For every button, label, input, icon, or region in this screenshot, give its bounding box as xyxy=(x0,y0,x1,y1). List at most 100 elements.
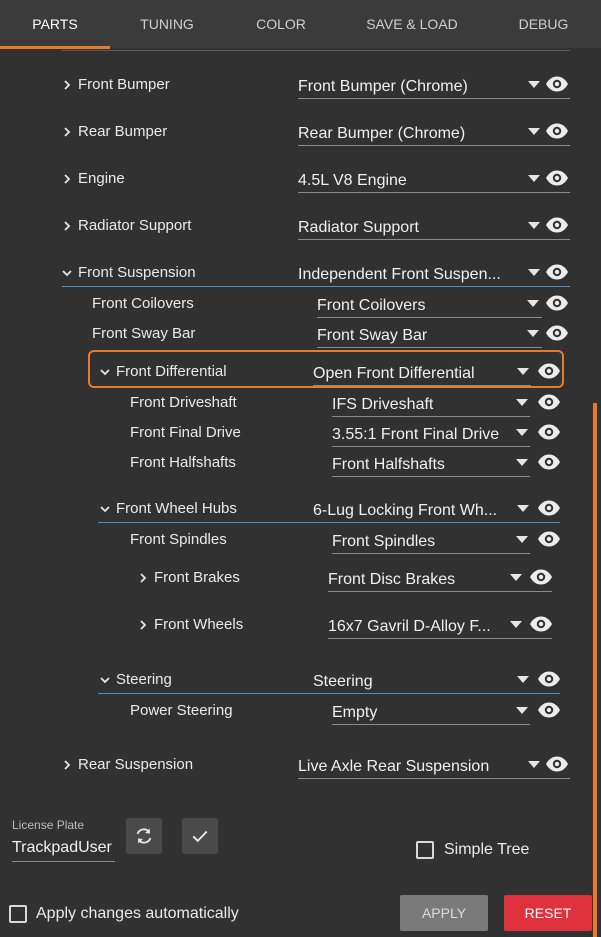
eye-icon[interactable] xyxy=(537,670,561,688)
chevron-right-icon[interactable] xyxy=(60,122,74,142)
row-underline xyxy=(332,553,530,554)
eye-icon[interactable] xyxy=(537,423,561,441)
row-underline xyxy=(298,239,570,240)
tree-item-label[interactable]: Rear Bumper xyxy=(78,122,167,142)
row-underline xyxy=(62,286,570,287)
eye-icon[interactable] xyxy=(545,755,569,773)
simple-tree-checkbox[interactable] xyxy=(416,841,434,859)
tab-tuning[interactable]: TUNING xyxy=(110,0,224,48)
dropdown-caret-icon xyxy=(517,505,529,512)
part-select-value: Front Halfshafts xyxy=(332,456,445,473)
tab-debug[interactable]: DEBUG xyxy=(486,0,601,48)
tree-item-label: Front Spindles xyxy=(130,531,227,548)
part-select-value: 16x7 Gavril D-Alloy F... xyxy=(328,618,491,635)
tree-row: Front Suspension Independent Front Suspen… xyxy=(0,263,601,293)
dropdown-caret-icon xyxy=(516,459,528,466)
row-underline xyxy=(332,416,530,417)
eye-icon[interactable] xyxy=(545,263,569,281)
eye-icon[interactable] xyxy=(537,453,561,471)
part-select-value: Front Coilovers xyxy=(317,297,426,314)
tree-item-label: Front Driveshaft xyxy=(130,394,237,411)
tree-row: Front Wheels 16x7 Gavril D-Alloy F... xyxy=(0,615,601,645)
row-underline xyxy=(98,522,560,523)
eye-icon[interactable] xyxy=(537,393,561,411)
tree-row: Front Final Drive 3.55:1 Front Final Driv… xyxy=(0,423,601,453)
tab-save-load[interactable]: SAVE & LOAD xyxy=(338,0,486,48)
reset-button[interactable]: RESET xyxy=(504,895,592,931)
eye-icon[interactable] xyxy=(529,615,553,633)
row-underline xyxy=(332,476,530,477)
chevron-right-icon[interactable] xyxy=(60,755,74,775)
eye-icon[interactable] xyxy=(537,499,561,517)
chevron-right-icon[interactable] xyxy=(60,75,74,95)
tree-item-label: Front Coilovers xyxy=(92,295,194,312)
eye-icon[interactable] xyxy=(545,216,569,234)
tree-row: Radiator Support Radiator Support xyxy=(0,216,601,246)
row-underline xyxy=(298,98,570,99)
part-select-value: Front Disc Brakes xyxy=(328,571,456,588)
row-underline xyxy=(298,778,570,779)
eye-icon[interactable] xyxy=(537,530,561,548)
tree-row: Rear Bumper Rear Bumper (Chrome) xyxy=(0,122,601,152)
tree-item-label[interactable]: Front Bumper xyxy=(78,75,170,95)
chevron-down-icon[interactable] xyxy=(98,499,112,519)
active-tab-indicator xyxy=(0,46,110,49)
tree-item-label: Front Sway Bar xyxy=(92,325,196,342)
part-select-value: Rear Bumper (Chrome) xyxy=(298,125,466,142)
tab-parts[interactable]: PARTS xyxy=(0,0,110,48)
dropdown-caret-icon xyxy=(517,676,529,683)
tree-row: Front Driveshaft IFS Driveshaft xyxy=(0,393,601,423)
part-select-value: 3.55:1 Front Final Drive xyxy=(332,426,500,443)
license-plate-input[interactable]: TrackpadUser xyxy=(12,838,115,862)
chevron-right-icon[interactable] xyxy=(136,568,150,588)
eye-icon[interactable] xyxy=(545,294,569,312)
dropdown-caret-icon xyxy=(516,429,528,436)
chevron-down-icon[interactable] xyxy=(60,263,74,283)
eye-icon[interactable] xyxy=(545,324,569,342)
eye-icon[interactable] xyxy=(537,701,561,719)
tab-color[interactable]: COLOR xyxy=(224,0,338,48)
tree-row: Front Brakes Front Disc Brakes xyxy=(0,568,601,598)
apply-automatically-checkbox[interactable] xyxy=(9,905,27,923)
scrollbar[interactable] xyxy=(593,403,597,937)
tree-item-label[interactable]: Steering xyxy=(116,670,172,690)
apply-button[interactable]: APPLY xyxy=(400,895,488,931)
dropdown-caret-icon xyxy=(528,269,540,276)
chevron-down-icon[interactable] xyxy=(98,670,112,690)
tree-item-label[interactable]: Front Suspension xyxy=(78,263,196,283)
chevron-right-icon[interactable] xyxy=(60,216,74,236)
part-select-value: Steering xyxy=(313,673,373,690)
tree-item-label[interactable]: Front Wheel Hubs xyxy=(116,499,237,519)
tree-item-label: Front Final Drive xyxy=(130,424,241,441)
eye-icon[interactable] xyxy=(545,75,569,93)
tree-item-label[interactable]: Rear Suspension xyxy=(78,755,193,775)
simple-tree-label: Simple Tree xyxy=(444,841,530,858)
part-select-value: Live Axle Rear Suspension xyxy=(298,758,490,775)
dropdown-caret-icon xyxy=(528,761,540,768)
dropdown-caret-icon xyxy=(516,707,528,714)
tree-item-label[interactable]: Front Brakes xyxy=(154,568,240,588)
eye-icon[interactable] xyxy=(545,169,569,187)
eye-icon[interactable] xyxy=(545,122,569,140)
tree-item-label[interactable]: Engine xyxy=(78,169,125,189)
selected-row-highlight xyxy=(88,350,564,388)
part-select-value: IFS Driveshaft xyxy=(332,396,434,413)
dropdown-caret-icon xyxy=(528,128,540,135)
tree-item-label[interactable]: Radiator Support xyxy=(78,216,191,236)
row-underline xyxy=(298,192,570,193)
chevron-right-icon[interactable] xyxy=(136,615,150,635)
dropdown-caret-icon xyxy=(527,300,539,307)
eye-icon[interactable] xyxy=(529,568,553,586)
randomize-plate-button[interactable] xyxy=(126,818,162,854)
refresh-icon xyxy=(136,828,152,844)
part-select-value: Empty xyxy=(332,704,378,721)
chevron-right-icon[interactable] xyxy=(60,169,74,189)
tree-row: Rear Suspension Live Axle Rear Suspension xyxy=(0,755,601,785)
part-select-value: Front Bumper (Chrome) xyxy=(298,78,468,95)
tree-item-label[interactable]: Front Wheels xyxy=(154,615,243,635)
row-underline xyxy=(317,347,542,348)
tree-row: Steering Steering xyxy=(0,670,601,700)
row-underline xyxy=(317,317,542,318)
confirm-plate-button[interactable] xyxy=(182,818,218,854)
divider xyxy=(62,50,570,51)
